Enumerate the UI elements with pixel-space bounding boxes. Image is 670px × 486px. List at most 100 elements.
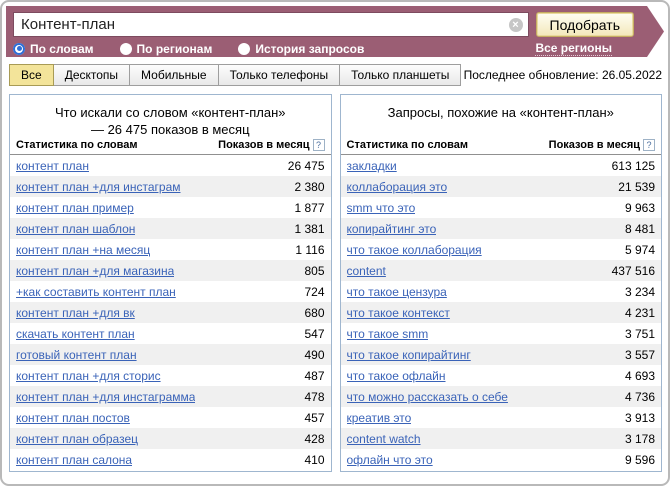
impressions-value: 21 539 <box>618 180 655 194</box>
keyword-link[interactable]: контент план +для инстаграмма <box>16 390 195 404</box>
keyword-link[interactable]: smm что это <box>347 201 416 215</box>
search-banner: × Подобрать По словам По регионам Истори… <box>6 6 664 57</box>
table-row: контент план +на месяц 1 116 <box>10 239 331 260</box>
keyword-link[interactable]: что можно рассказать о себе <box>347 390 508 404</box>
radio-label: По регионам <box>137 42 213 56</box>
radio-query-history[interactable]: История запросов <box>238 42 364 56</box>
search-mode-radios: По словам По регионам История запросов В… <box>13 41 634 56</box>
tab-desktops[interactable]: Десктопы <box>53 64 130 86</box>
table-row: контент план +для вк 680 <box>10 302 331 323</box>
impressions-value: 724 <box>304 285 324 299</box>
result-panels: Что искали со словом «контент-план» — 26… <box>9 94 662 472</box>
keyword-link[interactable]: контент план образец <box>16 432 138 446</box>
search-row: × Подобрать <box>13 12 634 37</box>
table-row: контент план +для магазина 805 <box>10 260 331 281</box>
keyword-link[interactable]: что такое smm <box>347 327 429 341</box>
table-row: контент план +для инстаграм 2 380 <box>10 176 331 197</box>
table-row: что такое офлайн4 693 <box>341 365 662 386</box>
keyword-link[interactable]: что такое офлайн <box>347 369 446 383</box>
radio-label: По словам <box>30 42 94 56</box>
impressions-value: 9 963 <box>625 201 655 215</box>
keyword-link[interactable]: коллаборация это <box>347 180 448 194</box>
impressions-value: 428 <box>304 432 324 446</box>
panel-title-text: Запросы, похожие на «контент-план» <box>351 104 651 121</box>
help-icon[interactable]: ? <box>313 139 325 151</box>
impressions-value: 437 516 <box>612 264 655 278</box>
table-row: контент план шаблон1 381 <box>10 218 331 239</box>
table-row: коллаборация это 21 539 <box>341 176 662 197</box>
impressions-value: 478 <box>304 390 324 404</box>
table-row: что такое коллаборация 5 974 <box>341 239 662 260</box>
impressions-value: 2 380 <box>294 180 324 194</box>
impressions-value: 805 <box>304 264 324 278</box>
radio-by-regions[interactable]: По регионам <box>120 42 213 56</box>
keyword-link[interactable]: копирайтинг это <box>347 222 437 236</box>
table-row: что такое контекст 4 231 <box>341 302 662 323</box>
table-row: скачать контент план 547 <box>10 323 331 344</box>
clear-icon[interactable]: × <box>509 18 523 32</box>
column-header: Статистика по словам Показов в месяц ? <box>10 139 331 155</box>
keyword-link[interactable]: что такое копирайтинг <box>347 348 471 362</box>
impressions-value: 457 <box>304 411 324 425</box>
keyword-link[interactable]: что такое коллаборация <box>347 243 482 257</box>
keywords-panel-title: Что искали со словом «контент-план» — 26… <box>10 95 331 139</box>
keyword-link[interactable]: контент план +для инстаграм <box>16 180 181 194</box>
keyword-link[interactable]: content <box>347 264 386 278</box>
radio-by-words[interactable]: По словам <box>13 42 94 56</box>
similar-panel-title: Запросы, похожие на «контент-план» <box>341 95 662 139</box>
impressions-value: 547 <box>304 327 324 341</box>
keyword-link[interactable]: контент план +для вк <box>16 306 135 320</box>
impressions-value: 1 116 <box>295 243 324 257</box>
impressions-value: 1 877 <box>294 201 324 215</box>
help-icon[interactable]: ? <box>643 139 655 151</box>
keyword-link[interactable]: контент план салона <box>16 453 132 467</box>
keyword-link[interactable]: контент план пример <box>16 201 134 215</box>
keywords-list: контент план26 475контент план +для инст… <box>10 155 331 470</box>
keyword-link[interactable]: контент план +для сторис <box>16 369 161 383</box>
last-update-text: Последнее обновление: 26.05.2022 <box>464 68 662 82</box>
impressions-value: 487 <box>304 369 324 383</box>
similar-queries-panel: Запросы, похожие на «контент-план» Стати… <box>340 94 663 472</box>
tab-tablets-only[interactable]: Только планшеты <box>339 64 461 86</box>
keyword-link[interactable]: контент план +для магазина <box>16 264 174 278</box>
impressions-value: 490 <box>304 348 324 362</box>
keyword-link[interactable]: креатив это <box>347 411 412 425</box>
keyword-link[interactable]: закладки <box>347 159 397 173</box>
keyword-link[interactable]: что такое контекст <box>347 306 450 320</box>
search-input[interactable] <box>13 12 529 37</box>
impressions-value: 680 <box>304 306 324 320</box>
submit-button[interactable]: Подобрать <box>536 12 635 37</box>
table-row: креатив это3 913 <box>341 407 662 428</box>
impressions-value: 5 974 <box>625 243 655 257</box>
keyword-link[interactable]: content watch <box>347 432 421 446</box>
keyword-link[interactable]: контент план шаблон <box>16 222 135 236</box>
keyword-link[interactable]: контент план +на месяц <box>16 243 150 257</box>
tab-all[interactable]: Все <box>9 64 54 86</box>
keyword-link[interactable]: контент план постов <box>16 411 130 425</box>
impressions-value: 8 481 <box>625 222 655 236</box>
table-row: контент план пример 1 877 <box>10 197 331 218</box>
table-row: офлайн что это 9 596 <box>341 449 662 470</box>
table-row: контент план образец 428 <box>10 428 331 449</box>
impressions-value: 3 557 <box>625 348 655 362</box>
impressions-value: 3 178 <box>625 432 655 446</box>
table-row: что такое копирайтинг 3 557 <box>341 344 662 365</box>
keyword-link[interactable]: +как составить контент план <box>16 285 176 299</box>
tab-mobile[interactable]: Мобильные <box>129 64 219 86</box>
keyword-link[interactable]: скачать контент план <box>16 327 135 341</box>
keyword-link[interactable]: что такое цензура <box>347 285 447 299</box>
column-impressions-label: Показов в месяц <box>549 139 640 151</box>
impressions-value: 9 596 <box>625 453 655 467</box>
all-regions-link[interactable]: Все регионы <box>535 41 612 56</box>
column-keyword-label: Статистика по словам <box>16 139 138 151</box>
radio-selected-icon <box>13 43 25 55</box>
tab-phones-only[interactable]: Только телефоны <box>218 64 341 86</box>
table-row: контент план постов 457 <box>10 407 331 428</box>
column-header: Статистика по словам Показов в месяц ? <box>341 139 662 155</box>
impressions-value: 4 231 <box>625 306 655 320</box>
keyword-link[interactable]: офлайн что это <box>347 453 433 467</box>
table-row: smm что это 9 963 <box>341 197 662 218</box>
keyword-link[interactable]: контент план <box>16 159 89 173</box>
keyword-link[interactable]: готовый контент план <box>16 348 137 362</box>
impressions-value: 410 <box>304 453 324 467</box>
